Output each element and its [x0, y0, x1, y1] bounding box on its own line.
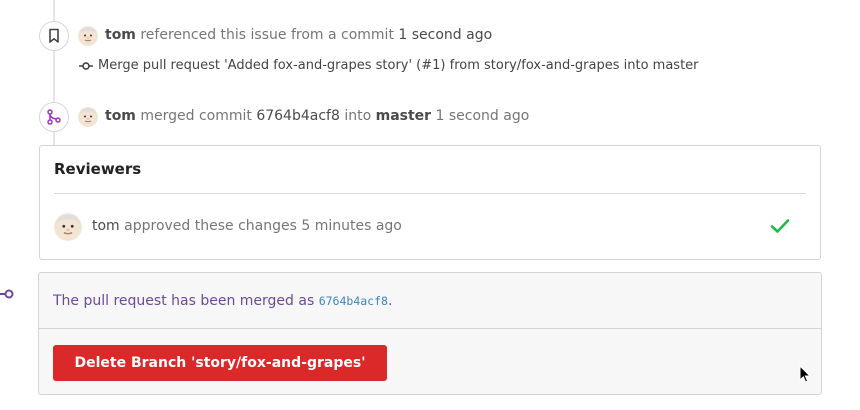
- merged-commit-link[interactable]: 6764b4acf8: [256, 108, 340, 124]
- reviewer-status: approved these changes 5 minutes ago: [124, 218, 402, 234]
- merge-message-suffix: .: [387, 293, 393, 309]
- event-action-into: into: [344, 108, 372, 124]
- event-user[interactable]: tom: [105, 108, 136, 124]
- merge-status-message: The pull request has been merged as 6764…: [53, 293, 392, 309]
- merge-badge: [39, 102, 69, 132]
- bookmark-icon: [49, 28, 59, 43]
- bookmark-badge: [39, 21, 69, 51]
- commit-icon: [79, 61, 93, 70]
- avatar[interactable]: [78, 107, 98, 127]
- target-branch[interactable]: master: [376, 108, 431, 124]
- event-user[interactable]: tom: [105, 27, 136, 43]
- commit-message[interactable]: Merge pull request 'Added fox-and-grapes…: [98, 58, 699, 73]
- approved-check-icon: [770, 218, 790, 238]
- merge-node-icon: [0, 285, 16, 304]
- event-action: merged commit: [140, 108, 252, 124]
- merge-icon: [47, 109, 61, 125]
- reviewer-row: tom approved these changes 5 minutes ago: [92, 218, 402, 234]
- reviewer-name[interactable]: tom: [92, 218, 120, 234]
- divider: [54, 193, 806, 194]
- event-action: referenced this issue from a commit: [140, 27, 394, 43]
- reviewers-title: Reviewers: [54, 160, 142, 178]
- merge-status-header: The pull request has been merged as 6764…: [39, 273, 821, 329]
- reviewers-panel: Reviewers tom approved these changes 5 m…: [39, 145, 821, 260]
- mouse-cursor-icon: [799, 364, 812, 387]
- merge-message-prefix: The pull request has been merged as: [53, 293, 315, 309]
- event-time: 1 second ago: [398, 27, 493, 43]
- event-reference-text: tom referenced this issue from a commit …: [105, 27, 492, 43]
- referenced-commit[interactable]: Merge pull request 'Added fox-and-grapes…: [79, 58, 699, 73]
- avatar[interactable]: [78, 26, 98, 46]
- event-time: 1 second ago: [435, 108, 530, 124]
- merge-status-panel: The pull request has been merged as 6764…: [38, 272, 822, 395]
- event-merged-text: tom merged commit 6764b4acf8 into master…: [105, 108, 529, 124]
- delete-branch-button[interactable]: Delete Branch 'story/fox-and-grapes': [53, 345, 387, 381]
- merged-commit-sha[interactable]: 6764b4acf8: [319, 294, 388, 308]
- reviewer-avatar[interactable]: [54, 213, 82, 241]
